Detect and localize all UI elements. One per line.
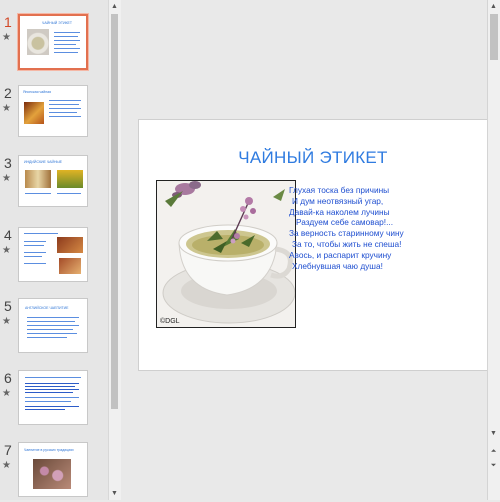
poem-line: Раздуем себе самовар!...	[296, 217, 394, 228]
slide-number: 5	[4, 298, 12, 314]
next-slide-icon[interactable]: ⏷	[488, 460, 499, 471]
slide-number: 1	[4, 14, 12, 30]
star-icon: ★	[2, 460, 11, 471]
poem-line: За то, чтобы жить не спеша!	[292, 238, 402, 249]
scrollbar-thumb[interactable]	[111, 14, 118, 409]
poem-line: Хлебнувшая чаю душа!	[292, 260, 383, 271]
thumbnail-image	[59, 258, 81, 274]
thumbnail-slide-2[interactable]: 2 ★ Японская чайная	[0, 85, 108, 145]
thumbnail-slide-6[interactable]: 6 ★	[0, 370, 108, 430]
tea-cup-image[interactable]: ©DGL	[156, 180, 296, 328]
thumbnail-slide-3[interactable]: 3 ★ ИНДИЙСКИЕ ЧАЙНЫЕ	[0, 155, 108, 215]
thumbnail-scrollbar[interactable]: ▲ ▼	[108, 0, 121, 500]
thumbnail-image	[57, 237, 83, 253]
scroll-down-icon[interactable]: ▼	[109, 488, 120, 499]
scroll-up-icon[interactable]: ▲	[488, 1, 499, 12]
thumbnail-slide-4[interactable]: 4 ★	[0, 227, 108, 287]
slide-title[interactable]: ЧАЙНЫЙ ЭТИКЕТ	[139, 148, 487, 168]
thumbnail-title: АНГЛИЙСКОЕ ЧАЕПИТИЕ	[25, 306, 69, 310]
thumbnail-preview[interactable]	[18, 370, 88, 425]
star-icon: ★	[2, 245, 11, 256]
poem-text-box[interactable]: Глухая тоска без причины И дум неотвязны…	[289, 185, 444, 271]
slide-number: 3	[4, 155, 12, 171]
thumbnail-preview[interactable]	[18, 227, 88, 282]
slide-number: 6	[4, 370, 12, 386]
thumbnail-image	[27, 29, 49, 55]
poem-line: Авось, и распарит кручину	[289, 249, 392, 260]
slide-canvas[interactable]: ЧАЙНЫЙ ЭТИКЕТ ©DGL Глухая тоска без прич…	[138, 119, 488, 371]
thumbnail-preview[interactable]: АНГЛИЙСКОЕ ЧАЕПИТИЕ	[18, 298, 88, 353]
star-icon: ★	[2, 388, 11, 399]
thumbnail-image	[57, 170, 83, 188]
photo-caption: ©DGL	[160, 318, 180, 325]
prev-slide-icon[interactable]: ⏶	[488, 446, 499, 457]
star-icon: ★	[2, 103, 11, 114]
slide-number: 7	[4, 442, 12, 458]
thumbnail-slide-5[interactable]: 5 ★ АНГЛИЙСКОЕ ЧАЕПИТИЕ	[0, 298, 108, 358]
slide-number: 2	[4, 85, 12, 101]
thumbnail-title: Чаепитие в русских традициях	[24, 448, 74, 452]
poem-line: Давай-ка наколем лучины	[289, 206, 390, 217]
poem-line: За верность старинному чину	[289, 228, 404, 239]
scroll-up-icon[interactable]: ▲	[109, 1, 120, 12]
editor-scrollbar[interactable]: ▲ ▼ ⏶ ⏷	[487, 0, 500, 500]
thumbnail-preview[interactable]: ЧАЙНЫЙ ЭТИКЕТ	[17, 13, 89, 71]
thumbnail-image	[25, 170, 51, 188]
tea-cup-illustration	[157, 181, 295, 327]
scrollbar-thumb[interactable]	[490, 14, 498, 60]
star-icon: ★	[2, 316, 11, 327]
slide-thumbnail-pane[interactable]: 1 ★ ЧАЙНЫЙ ЭТИКЕТ 2 ★ Японская чайная 3	[0, 0, 108, 500]
slide-number: 4	[4, 227, 12, 243]
thumbnail-image	[33, 459, 71, 489]
scroll-down-icon[interactable]: ▼	[488, 428, 499, 439]
slide-editor: ЧАЙНЫЙ ЭТИКЕТ ©DGL Глухая тоска без прич…	[123, 0, 488, 500]
thumbnail-image	[24, 102, 44, 124]
poem-line: И дум неотвязный угар,	[292, 195, 384, 206]
thumbnail-title: ЧАЙНЫЙ ЭТИКЕТ	[42, 21, 72, 25]
thumbnail-preview[interactable]: Чаепитие в русских традициях	[18, 442, 88, 497]
thumbnail-preview[interactable]: Японская чайная	[18, 85, 88, 137]
thumbnail-title: ИНДИЙСКИЕ ЧАЙНЫЕ	[24, 160, 62, 164]
thumbnail-slide-1[interactable]: 1 ★ ЧАЙНЫЙ ЭТИКЕТ	[0, 13, 108, 74]
thumbnail-slide-7[interactable]: 7 ★ Чаепитие в русских традициях	[0, 442, 108, 502]
thumbnail-preview[interactable]: ИНДИЙСКИЕ ЧАЙНЫЕ	[18, 155, 88, 207]
poem-line: Глухая тоска без причины	[289, 185, 390, 195]
thumbnail-title: Японская чайная	[23, 90, 51, 94]
star-icon: ★	[2, 173, 11, 184]
star-icon: ★	[2, 32, 11, 43]
